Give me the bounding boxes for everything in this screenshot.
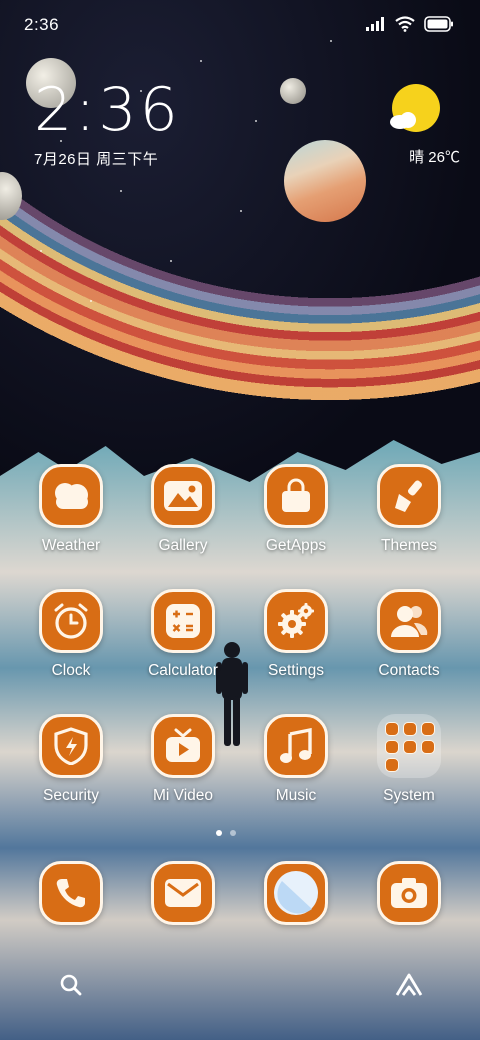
weather-condition-temp: 晴 26℃ (409, 149, 460, 166)
wifi-icon (395, 16, 415, 32)
camera-icon (377, 861, 441, 925)
app-label: System (383, 787, 435, 804)
mail-icon (151, 861, 215, 925)
app-weather[interactable]: Weather (16, 464, 126, 564)
paintbrush-icon (377, 464, 441, 528)
status-time: 2:36 (24, 15, 60, 34)
battery-icon (424, 16, 453, 32)
dock-browser[interactable] (241, 861, 351, 961)
status-icons (366, 15, 454, 33)
status-bar: 2:36 (0, 0, 480, 48)
bottom-bar (0, 960, 480, 1010)
app-getapps[interactable]: GetApps (241, 464, 351, 564)
planet-striped (284, 140, 366, 222)
mini-app-icon (421, 722, 435, 736)
sunny-partly-cloudy-icon (390, 84, 440, 132)
calculator-icon (151, 589, 215, 653)
app-vault-icon (395, 973, 423, 996)
app-themes[interactable]: Themes (354, 464, 464, 564)
app-label: Themes (381, 537, 437, 554)
music-note-icon (264, 714, 328, 778)
page-indicator (216, 830, 236, 836)
clock-time: 2:36 (34, 75, 181, 145)
mini-app-icon (421, 740, 435, 754)
app-settings[interactable]: Settings (241, 589, 351, 689)
mini-app-icon (403, 740, 417, 754)
tv-play-icon (151, 714, 215, 778)
app-vault-button[interactable] (392, 968, 426, 1002)
app-label: Settings (267, 662, 324, 679)
app-gallery[interactable]: Gallery (128, 464, 238, 564)
app-label: Calculator (148, 662, 218, 679)
dock-phone[interactable] (16, 861, 126, 961)
app-music[interactable]: Music (241, 714, 351, 814)
signal-icon (366, 17, 384, 31)
app-label: Mi Video (152, 787, 214, 804)
planet-tiny (280, 78, 306, 104)
app-label: Weather (41, 537, 101, 554)
contacts-icon (377, 589, 441, 653)
page-dot-active (216, 830, 222, 836)
weather-cloud-icon (39, 464, 103, 528)
app-label: Security (43, 787, 99, 804)
clock-widget[interactable]: 2:36 7月26日 周三下午 (34, 78, 181, 169)
mini-app-icon (385, 758, 399, 772)
gallery-mountain-icon (151, 464, 215, 528)
app-calculator[interactable]: Calculator (128, 589, 238, 689)
mini-app-icon (403, 722, 417, 736)
mini-app-icon (385, 740, 399, 754)
gear-icon (264, 589, 328, 653)
mini-app-icon (385, 722, 399, 736)
browser-icon (264, 861, 328, 925)
clock-date: 7月26日 周三下午 (34, 151, 159, 168)
phone-icon (39, 861, 103, 925)
shopping-bag-icon (264, 464, 328, 528)
app-label: Gallery (158, 537, 208, 554)
app-clock[interactable]: Clock (16, 589, 126, 689)
app-system-folder[interactable]: System (354, 714, 464, 814)
weather-widget[interactable]: 晴 26℃ (366, 84, 460, 170)
app-contacts[interactable]: Contacts (354, 589, 464, 689)
app-label: GetApps (265, 537, 327, 554)
folder-icon (377, 714, 441, 778)
app-label: Clock (51, 662, 91, 679)
search-button[interactable] (54, 968, 88, 1002)
page-dot (230, 830, 236, 836)
app-mi-video[interactable]: Mi Video (128, 714, 238, 814)
app-label: Music (275, 787, 317, 804)
shield-icon (39, 714, 103, 778)
app-security[interactable]: Security (16, 714, 126, 814)
dock-mail[interactable] (128, 861, 238, 961)
search-icon (60, 974, 82, 996)
app-label: Contacts (378, 662, 440, 679)
alarm-clock-icon (39, 589, 103, 653)
dock-camera[interactable] (354, 861, 464, 961)
